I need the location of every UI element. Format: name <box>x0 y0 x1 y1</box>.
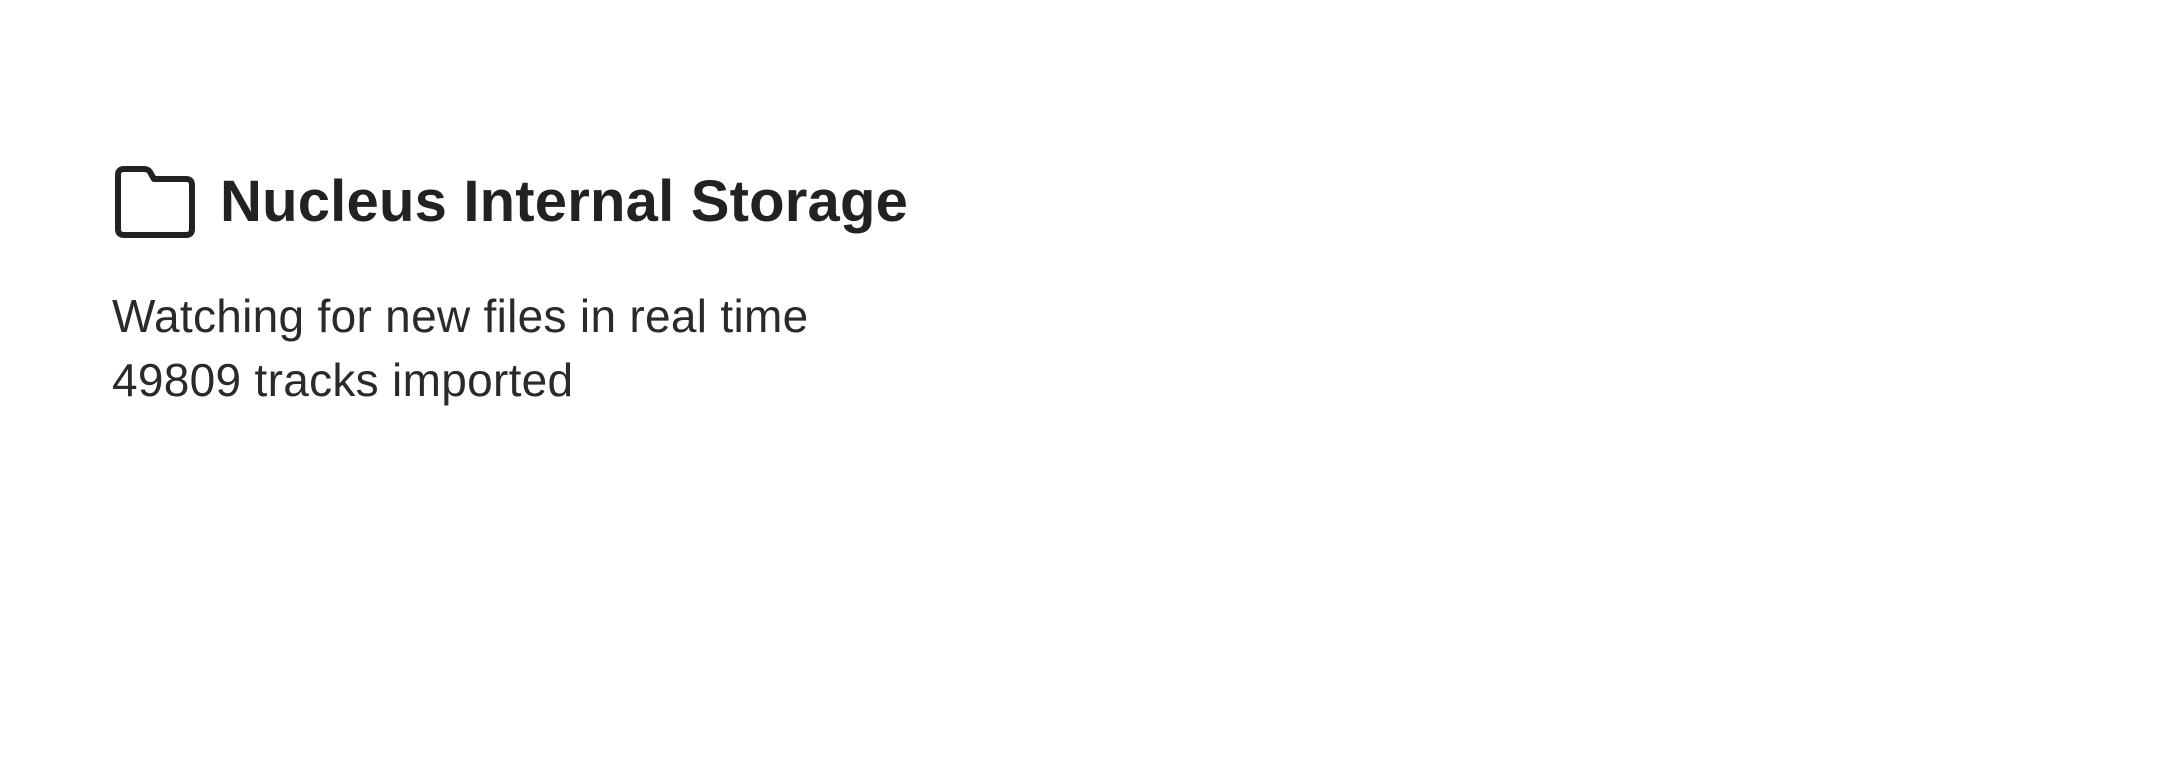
tracks-imported-count: 49809 tracks imported <box>112 354 574 406</box>
storage-status: Watching for new files in real time 4980… <box>112 284 1112 412</box>
storage-location-card[interactable]: Nucleus Internal Storage Watching for ne… <box>112 160 1112 412</box>
watch-status-text: Watching for new files in real time <box>112 290 809 342</box>
storage-header: Nucleus Internal Storage <box>112 160 1112 244</box>
storage-title: Nucleus Internal Storage <box>220 169 909 234</box>
folder-icon <box>112 163 198 241</box>
